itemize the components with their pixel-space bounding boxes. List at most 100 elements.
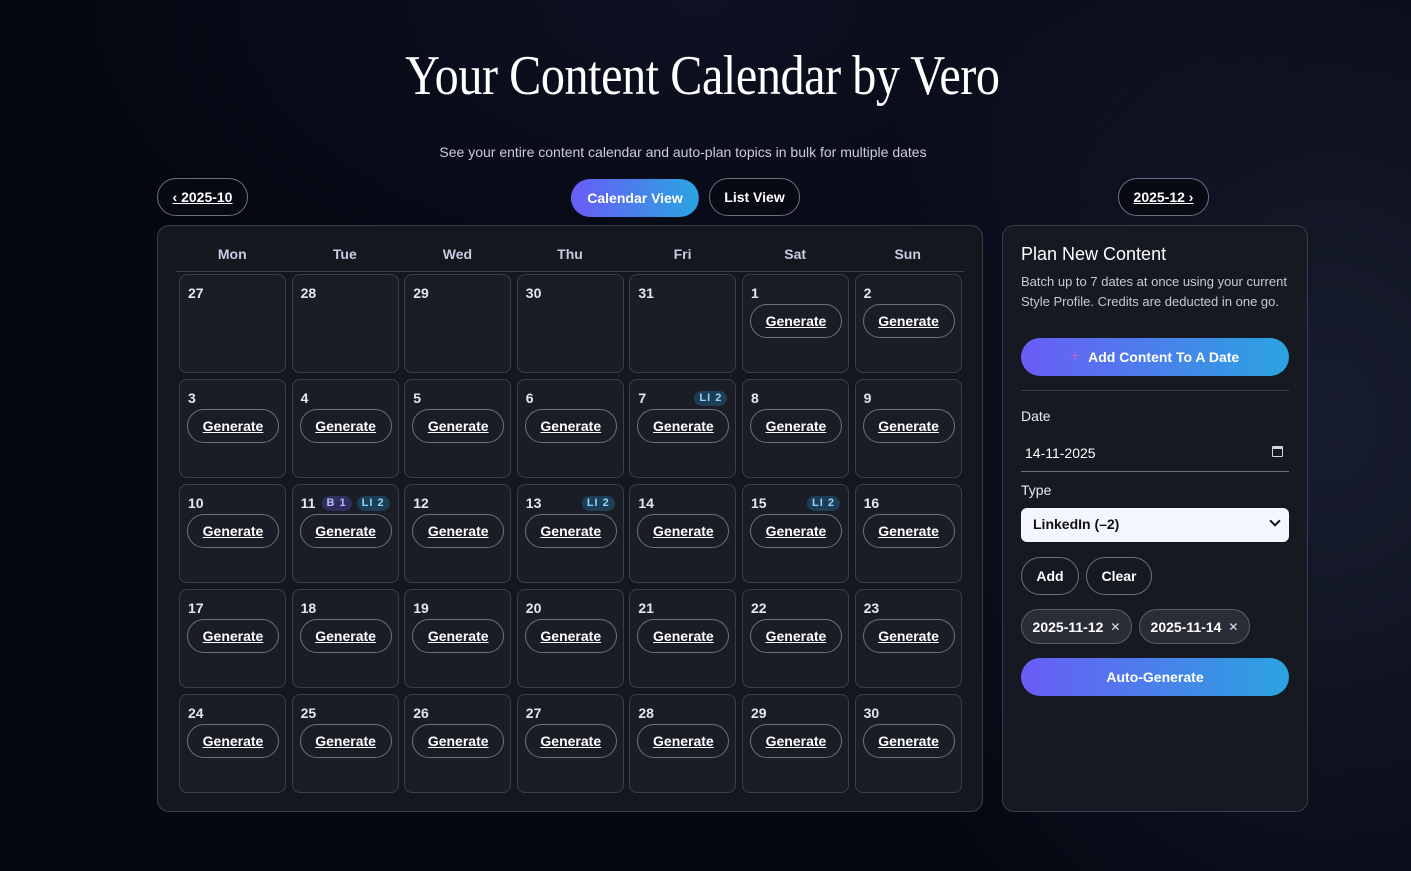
calendar-view-tab[interactable]: Calendar View: [571, 179, 699, 217]
generate-button[interactable]: Generate: [412, 514, 505, 548]
generate-button[interactable]: Generate: [749, 619, 842, 653]
calendar-day-cell[interactable]: 26 Generate: [404, 694, 512, 793]
generate-button[interactable]: Generate: [187, 514, 279, 548]
plan-description: Batch up to 7 dates at once using your c…: [1021, 274, 1287, 309]
day-number: 22: [750, 600, 767, 616]
calendar-day-cell[interactable]: 20 Generate: [516, 589, 624, 688]
plan-heading: Plan New Content: [1021, 244, 1167, 264]
generate-button[interactable]: Generate: [299, 514, 392, 548]
calendar-day-cell[interactable]: 13 LI 2 Generate: [516, 484, 624, 583]
generate-button[interactable]: Generate: [187, 619, 279, 653]
chevron-down-icon: [1269, 515, 1281, 527]
generate-button[interactable]: Generate: [187, 724, 279, 758]
calendar-day-cell[interactable]: 12 Generate: [404, 484, 512, 583]
weekday-label: Mon: [217, 246, 247, 262]
calendar-day-cell[interactable]: 28: [291, 274, 399, 373]
generate-button[interactable]: Generate: [524, 409, 617, 443]
calendar-day-cell[interactable]: 24 Generate: [179, 694, 286, 793]
calendar-day-cell[interactable]: 21 Generate: [629, 589, 737, 688]
generate-button[interactable]: Generate: [749, 724, 842, 758]
calendar-day-cell[interactable]: 5 Generate: [404, 379, 512, 478]
blog-count-badge: B 1: [321, 496, 352, 511]
add-content-button[interactable]: + Add Content To A Date: [1021, 338, 1289, 376]
calendar-day-cell[interactable]: 18 Generate: [291, 589, 399, 688]
generate-button[interactable]: Generate: [524, 724, 617, 758]
linkedin-count-badge: LI 2: [581, 496, 615, 511]
day-number: 26: [413, 705, 429, 721]
selected-date-chip[interactable]: 2025-11-12 ✕: [1021, 609, 1132, 644]
generate-button[interactable]: Generate: [862, 724, 955, 758]
date-input[interactable]: 14-11-2025: [1021, 438, 1289, 472]
calendar-day-cell[interactable]: 15 LI 2 Generate: [741, 484, 849, 583]
close-icon[interactable]: ✕: [1228, 620, 1238, 634]
generate-button[interactable]: Generate: [862, 619, 955, 653]
generate-button[interactable]: Generate: [637, 514, 730, 548]
day-number: 5: [413, 390, 421, 406]
day-number: 31: [638, 285, 654, 301]
calendar-day-cell[interactable]: 14 Generate: [629, 484, 737, 583]
prev-month-button[interactable]: ‹ 2025-10: [157, 178, 248, 216]
calendar-day-cell[interactable]: 29: [404, 274, 512, 373]
selected-date-chip[interactable]: 2025-11-14 ✕: [1139, 609, 1250, 644]
generate-button[interactable]: Generate: [862, 514, 955, 548]
generate-button[interactable]: Generate: [412, 409, 505, 443]
calendar-day-cell[interactable]: 8 Generate: [741, 379, 849, 478]
day-number: 1: [750, 285, 759, 301]
calendar-day-cell[interactable]: 27: [179, 274, 286, 373]
auto-generate-button[interactable]: Auto-Generate: [1021, 658, 1289, 696]
calendar-day-cell[interactable]: 7 LI 2 Generate: [629, 379, 737, 478]
next-month-button[interactable]: 2025-12 ›: [1118, 178, 1209, 216]
calendar-day-cell[interactable]: 28 Generate: [629, 694, 737, 793]
generate-button[interactable]: Generate: [749, 304, 842, 338]
calendar-day-cell[interactable]: 30 Generate: [854, 694, 962, 793]
generate-button[interactable]: Generate: [412, 619, 505, 653]
chip-label: 2025-11-12: [1032, 618, 1104, 635]
add-date-button[interactable]: Add: [1021, 557, 1079, 595]
generate-button[interactable]: Generate: [524, 619, 617, 653]
calendar-day-cell[interactable]: 19 Generate: [404, 589, 512, 688]
calendar-day-cell[interactable]: 27 Generate: [516, 694, 624, 793]
generate-button[interactable]: Generate: [749, 514, 842, 548]
calendar-day-cell[interactable]: 11 B 1 LI 2 Generate: [291, 484, 399, 583]
day-number: 15: [750, 495, 767, 511]
calendar-day-cell[interactable]: 2 Generate: [854, 274, 962, 373]
post-badges: B 1 LI 2: [321, 496, 390, 511]
calendar-day-cell[interactable]: 16 Generate: [854, 484, 962, 583]
generate-button[interactable]: Generate: [299, 409, 392, 443]
calendar-day-cell[interactable]: 6 Generate: [516, 379, 624, 478]
calendar-day-cell[interactable]: 4 Generate: [291, 379, 399, 478]
date-value: 14-11-2025: [1025, 445, 1096, 461]
close-icon[interactable]: ✕: [1110, 620, 1120, 634]
day-number: 3: [188, 390, 196, 406]
calendar-day-cell[interactable]: 17 Generate: [179, 589, 286, 688]
calendar-day-cell[interactable]: 10 Generate: [179, 484, 286, 583]
calendar-day-cell[interactable]: 9 Generate: [854, 379, 962, 478]
clear-dates-button[interactable]: Clear: [1086, 557, 1152, 595]
generate-button[interactable]: Generate: [299, 724, 392, 758]
generate-button[interactable]: Generate: [524, 514, 617, 548]
calendar-day-cell[interactable]: 1 Generate: [741, 274, 849, 373]
generate-button[interactable]: Generate: [862, 409, 955, 443]
calendar-day-cell[interactable]: 22 Generate: [741, 589, 849, 688]
day-number: 11: [300, 495, 316, 511]
calendar-day-cell[interactable]: 29 Generate: [741, 694, 849, 793]
calendar-day-cell[interactable]: 31: [629, 274, 737, 373]
calendar-day-cell[interactable]: 30: [516, 274, 624, 373]
generate-button[interactable]: Generate: [637, 409, 730, 443]
calendar-day-cell[interactable]: 23 Generate: [854, 589, 962, 688]
generate-button[interactable]: Generate: [412, 724, 505, 758]
generate-button[interactable]: Generate: [187, 409, 279, 443]
day-number: 2: [863, 285, 872, 301]
generate-button[interactable]: Generate: [749, 409, 842, 443]
calendar-day-cell[interactable]: 3 Generate: [179, 379, 286, 478]
calendar-icon[interactable]: [1272, 446, 1283, 457]
list-view-tab[interactable]: List View: [709, 178, 800, 216]
generate-button[interactable]: Generate: [637, 619, 730, 653]
calendar-day-cell[interactable]: 25 Generate: [291, 694, 399, 793]
generate-button[interactable]: Generate: [637, 724, 730, 758]
day-number: 13: [525, 495, 542, 511]
generate-button[interactable]: Generate: [862, 304, 955, 338]
generate-button[interactable]: Generate: [299, 619, 392, 653]
type-select[interactable]: LinkedIn (–2): [1021, 508, 1289, 542]
weekday-header: Mon Tue Wed Thu Fri Sat Sun: [176, 246, 964, 272]
